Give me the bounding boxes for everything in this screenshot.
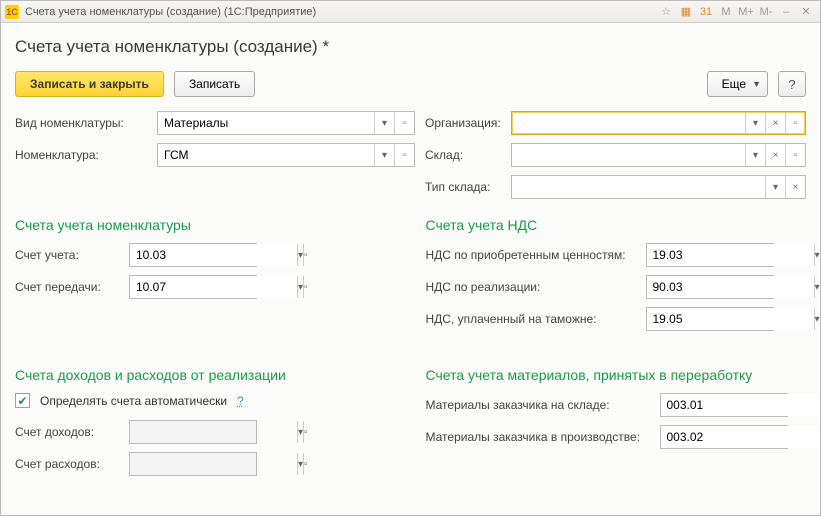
materials-production-input[interactable]: ▾ ▫: [660, 425, 788, 449]
memory-mminus-button[interactable]: M-: [757, 4, 775, 20]
open-icon[interactable]: ▫: [303, 244, 308, 266]
warehouse-type-label: Тип склада:: [425, 180, 511, 194]
window-title: Счета учета номенклатуры (создание) (1С:…: [25, 6, 316, 18]
expense-account-field: [130, 453, 297, 475]
calendar-icon[interactable]: 31: [697, 4, 715, 20]
nomenclature-label: Номенклатура:: [15, 148, 157, 162]
vat-customs-field[interactable]: [647, 308, 814, 330]
warehouse-type-field[interactable]: [512, 176, 765, 198]
vat-customs-label: НДС, уплаченный на таможне:: [426, 312, 646, 326]
vat-sale-field[interactable]: [647, 276, 814, 298]
warehouse-type-input[interactable]: ▾ ×: [511, 175, 806, 199]
warehouse-input[interactable]: ▾ × ▫: [511, 143, 806, 167]
save-button[interactable]: Записать: [174, 71, 255, 97]
vat-sale-input[interactable]: ▾ ▫: [646, 275, 774, 299]
save-close-button[interactable]: Записать и закрыть: [15, 71, 164, 97]
favorite-icon[interactable]: ☆: [657, 4, 675, 20]
titlebar: 1C Счета учета номенклатуры (создание) (…: [1, 1, 820, 23]
calc-icon[interactable]: ▦: [677, 4, 695, 20]
nomenclature-kind-input[interactable]: ▾ ▫: [157, 111, 415, 135]
minimize-button[interactable]: –: [777, 4, 795, 20]
help-button[interactable]: ?: [778, 71, 806, 97]
dropdown-icon[interactable]: ▾: [765, 176, 785, 198]
open-icon[interactable]: ▫: [785, 144, 805, 166]
vat-customs-input[interactable]: ▾ ▫: [646, 307, 774, 331]
clear-icon[interactable]: ×: [765, 144, 785, 166]
nomenclature-kind-field[interactable]: [158, 112, 374, 134]
account-label: Счет учета:: [15, 248, 129, 262]
transfer-account-field[interactable]: [130, 276, 297, 298]
transfer-account-input[interactable]: ▾ ▫: [129, 275, 257, 299]
vat-sale-label: НДС по реализации:: [426, 280, 646, 294]
warehouse-label: Склад:: [425, 148, 511, 162]
materials-stock-field[interactable]: [661, 394, 821, 416]
organization-label: Организация:: [425, 116, 511, 130]
transfer-account-label: Счет передачи:: [15, 280, 129, 294]
income-account-input: ▾ ▫: [129, 420, 257, 444]
warehouse-field[interactable]: [512, 144, 745, 166]
section-materials-processing: Счета учета материалов, принятых в перер…: [426, 367, 807, 383]
vat-purchase-field[interactable]: [647, 244, 814, 266]
open-icon[interactable]: ▫: [394, 144, 414, 166]
income-account-label: Счет доходов:: [15, 425, 129, 439]
auto-accounts-help[interactable]: ?: [237, 394, 244, 408]
income-account-field: [130, 421, 297, 443]
materials-production-field[interactable]: [661, 426, 821, 448]
materials-production-label: Материалы заказчика в производстве:: [426, 430, 660, 444]
account-input[interactable]: ▾ ▫: [129, 243, 257, 267]
vat-purchase-label: НДС по приобретенным ценностям:: [426, 248, 646, 262]
section-income-expense: Счета доходов и расходов от реализации: [15, 367, 396, 383]
page-title: Счета учета номенклатуры (создание) *: [15, 37, 806, 57]
dropdown-icon[interactable]: ▾: [745, 112, 765, 134]
clear-icon[interactable]: ×: [785, 176, 805, 198]
more-label: Еще: [722, 77, 746, 91]
account-field[interactable]: [130, 244, 297, 266]
open-icon[interactable]: ▫: [303, 276, 308, 298]
organization-field[interactable]: [512, 112, 745, 134]
clear-icon[interactable]: ×: [765, 112, 785, 134]
dropdown-icon[interactable]: ▾: [374, 112, 394, 134]
dropdown-icon[interactable]: ▾: [374, 144, 394, 166]
memory-mplus-button[interactable]: M+: [737, 4, 755, 20]
vat-purchase-input[interactable]: ▾ ▫: [646, 243, 774, 267]
nomenclature-input[interactable]: ▾ ▫: [157, 143, 415, 167]
section-vat-accounts: Счета учета НДС: [426, 217, 807, 233]
app-icon: 1C: [5, 5, 19, 19]
chevron-down-icon: ▼: [752, 79, 761, 89]
materials-stock-input[interactable]: ▾ ▫: [660, 393, 788, 417]
more-button[interactable]: Еще ▼: [707, 71, 768, 97]
expense-account-input: ▾ ▫: [129, 452, 257, 476]
open-icon[interactable]: ▫: [394, 112, 414, 134]
memory-m-button[interactable]: M: [717, 4, 735, 20]
auto-accounts-checkbox[interactable]: ✔: [15, 393, 30, 408]
open-icon: ▫: [303, 421, 308, 443]
toolbar: Записать и закрыть Записать Еще ▼ ?: [15, 71, 806, 97]
nomenclature-kind-label: Вид номенклатуры:: [15, 116, 157, 130]
section-accounts-nomenclature: Счета учета номенклатуры: [15, 217, 396, 233]
nomenclature-field[interactable]: [158, 144, 374, 166]
expense-account-label: Счет расходов:: [15, 457, 129, 471]
open-icon[interactable]: ▫: [785, 112, 805, 134]
materials-stock-label: Материалы заказчика на складе:: [426, 398, 660, 412]
close-button[interactable]: ✕: [797, 4, 815, 20]
dropdown-icon[interactable]: ▾: [745, 144, 765, 166]
auto-accounts-label: Определять счета автоматически: [40, 394, 227, 408]
organization-input[interactable]: ▾ × ▫: [511, 111, 806, 135]
open-icon: ▫: [303, 453, 308, 475]
